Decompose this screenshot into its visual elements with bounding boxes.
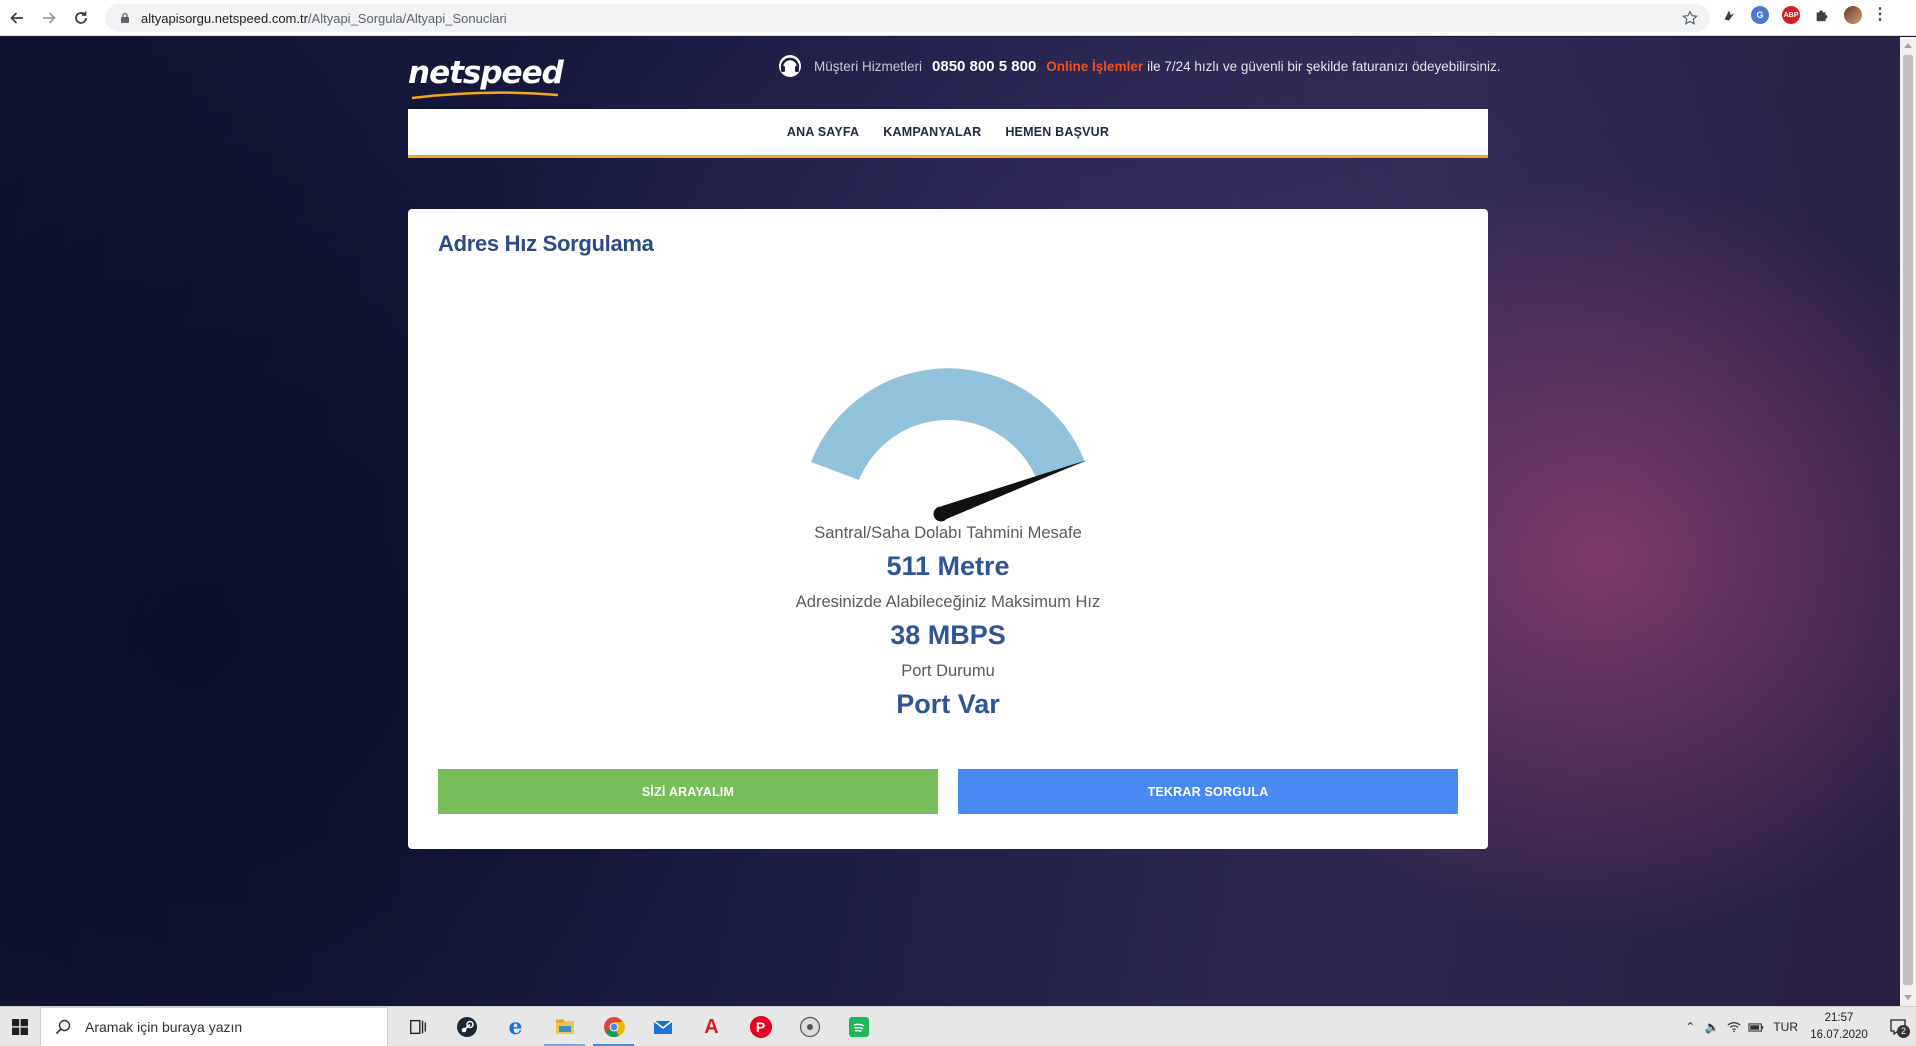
main-navigation: ANA SAYFA KAMPANYALAR HEMEN BAŞVUR <box>408 109 1488 158</box>
acrobat-icon[interactable]: A <box>687 1007 736 1046</box>
task-view-icon[interactable] <box>393 1007 442 1046</box>
query-again-button[interactable]: TEKRAR SORGULA <box>958 769 1458 814</box>
extension-icon[interactable] <box>1720 6 1738 24</box>
nav-item-home[interactable]: ANA SAYFA <box>787 125 859 139</box>
tray-chevron-up-icon[interactable]: ⌃ <box>1679 1007 1701 1046</box>
gauge-arc <box>811 368 1085 480</box>
online-operations-link[interactable]: Online İşlemler <box>1046 59 1143 74</box>
scroll-down-arrow-icon[interactable] <box>1904 995 1912 1000</box>
acrobat-letter: A <box>704 1015 719 1038</box>
adblock-extension-icon[interactable]: ABP <box>1782 6 1800 24</box>
extension-icons: G ABP ⋮ <box>1720 6 1888 24</box>
speed-gauge <box>811 368 1087 522</box>
start-button[interactable] <box>0 1007 40 1046</box>
customer-service-bar: Müşteri Hizmetleri 0850 800 5 800 Online… <box>776 53 1501 79</box>
file-explorer-icon[interactable] <box>540 1007 589 1046</box>
max-speed-label: Adresinizde Alabileceğiniz Maksimum Hız <box>795 593 1101 611</box>
query-results: Santral/Saha Dolabı Tahmini Mesafe 511 M… <box>408 521 1488 728</box>
bookmark-star-icon[interactable] <box>1682 10 1698 26</box>
spotify-icon[interactable] <box>834 1007 883 1046</box>
system-tray: ⌃ 🔈 TUR 21:57 16.07.2020 2 <box>1679 1007 1916 1046</box>
input-language[interactable]: TUR <box>1773 1020 1798 1034</box>
forward-arrow-icon <box>43 11 56 24</box>
reload-button[interactable] <box>66 3 96 33</box>
battery-icon[interactable] <box>1745 1007 1767 1046</box>
pinterest-icon[interactable]: P <box>736 1007 785 1046</box>
url-host: altyapisorgu.netspeed.com.tr <box>141 10 308 26</box>
back-button[interactable] <box>2 3 32 33</box>
address-bar[interactable]: altyapisorgu.netspeed.com.tr/Altyapi_Sor… <box>105 4 1710 32</box>
scroll-thumb[interactable] <box>1903 55 1913 985</box>
search-icon <box>55 1019 71 1034</box>
gauge-needle <box>939 460 1087 520</box>
hotline-number[interactable]: 0850 800 5 800 <box>932 58 1036 75</box>
hotline-label: Müşteri Hizmetleri <box>814 58 923 74</box>
search-placeholder: Aramak için buraya yazın <box>85 1018 243 1035</box>
card-title: Adres Hız Sorgulama <box>438 231 654 256</box>
forward-button[interactable] <box>34 3 64 33</box>
port-status-value: Port Var <box>896 689 1000 719</box>
speed-query-card: Adres Hız Sorgulama Santral/Saha Dolabı … <box>408 209 1488 849</box>
page-scrollbar[interactable] <box>1900 37 1916 1006</box>
back-arrow-icon <box>10 11 23 24</box>
steam-icon[interactable] <box>442 1007 491 1046</box>
call-me-button[interactable]: SİZİ ARAYALIM <box>438 769 938 814</box>
scroll-up-arrow-icon[interactable] <box>1904 43 1912 48</box>
notification-count: 2 <box>1897 1025 1910 1038</box>
edge-letter: e <box>508 1014 523 1040</box>
url-path: /Altyapi_Sorgula/Altyapi_Sonuclari <box>307 10 507 26</box>
max-speed-value: 38 MBPS <box>890 620 1006 650</box>
media-player-icon[interactable] <box>785 1007 834 1046</box>
windows-logo-icon <box>12 1018 28 1035</box>
pinterest-letter: P <box>749 1016 772 1038</box>
action-center-button[interactable]: 2 <box>1880 1007 1916 1046</box>
taskbar-apps: e A P <box>393 1007 883 1046</box>
nav-item-campaigns[interactable]: KAMPANYALAR <box>883 125 981 139</box>
volume-icon[interactable]: 🔈 <box>1701 1007 1723 1046</box>
headset-icon <box>776 53 814 79</box>
chat-extension-icon[interactable]: G <box>1751 6 1769 24</box>
taskbar-search[interactable]: Aramak için buraya yazın <box>40 1006 388 1046</box>
nav-item-apply-now[interactable]: HEMEN BAŞVUR <box>1005 125 1109 139</box>
extensions-puzzle-icon[interactable] <box>1813 6 1831 24</box>
browser-menu-icon[interactable]: ⋮ <box>1872 6 1888 24</box>
logo-swoosh-icon <box>411 91 559 100</box>
reload-icon <box>75 11 87 24</box>
port-status-label: Port Durumu <box>901 662 995 680</box>
wifi-icon[interactable] <box>1723 1007 1745 1046</box>
distance-value: 511 Metre <box>886 551 1010 581</box>
gauge-needle-hub <box>933 506 949 522</box>
edge-icon[interactable]: e <box>491 1007 540 1046</box>
netspeed-logo[interactable]: netspeed <box>408 55 564 91</box>
lock-icon <box>119 12 131 24</box>
clock-date: 16.07.2020 <box>1810 1029 1868 1041</box>
system-clock[interactable]: 21:57 16.07.2020 <box>1808 1010 1870 1044</box>
distance-label: Santral/Saha Dolabı Tahmini Mesafe <box>814 524 1082 542</box>
chrome-icon[interactable] <box>589 1007 638 1046</box>
mail-icon[interactable] <box>638 1007 687 1046</box>
hotline-description: ile 7/24 hızlı ve güvenli bir şekilde fa… <box>1147 58 1501 74</box>
clock-time: 21:57 <box>1824 1012 1854 1024</box>
url-text: altyapisorgu.netspeed.com.tr/Altyapi_Sor… <box>141 11 507 26</box>
browser-toolbar: altyapisorgu.netspeed.com.tr/Altyapi_Sor… <box>0 0 1916 36</box>
page-content: netspeed Müşteri Hizmetleri 0850 800 5 8… <box>0 37 1900 1006</box>
windows-taskbar: Aramak için buraya yazın e A P ⌃ 🔈 TUR 2… <box>0 1006 1916 1046</box>
profile-avatar[interactable] <box>1844 6 1862 24</box>
